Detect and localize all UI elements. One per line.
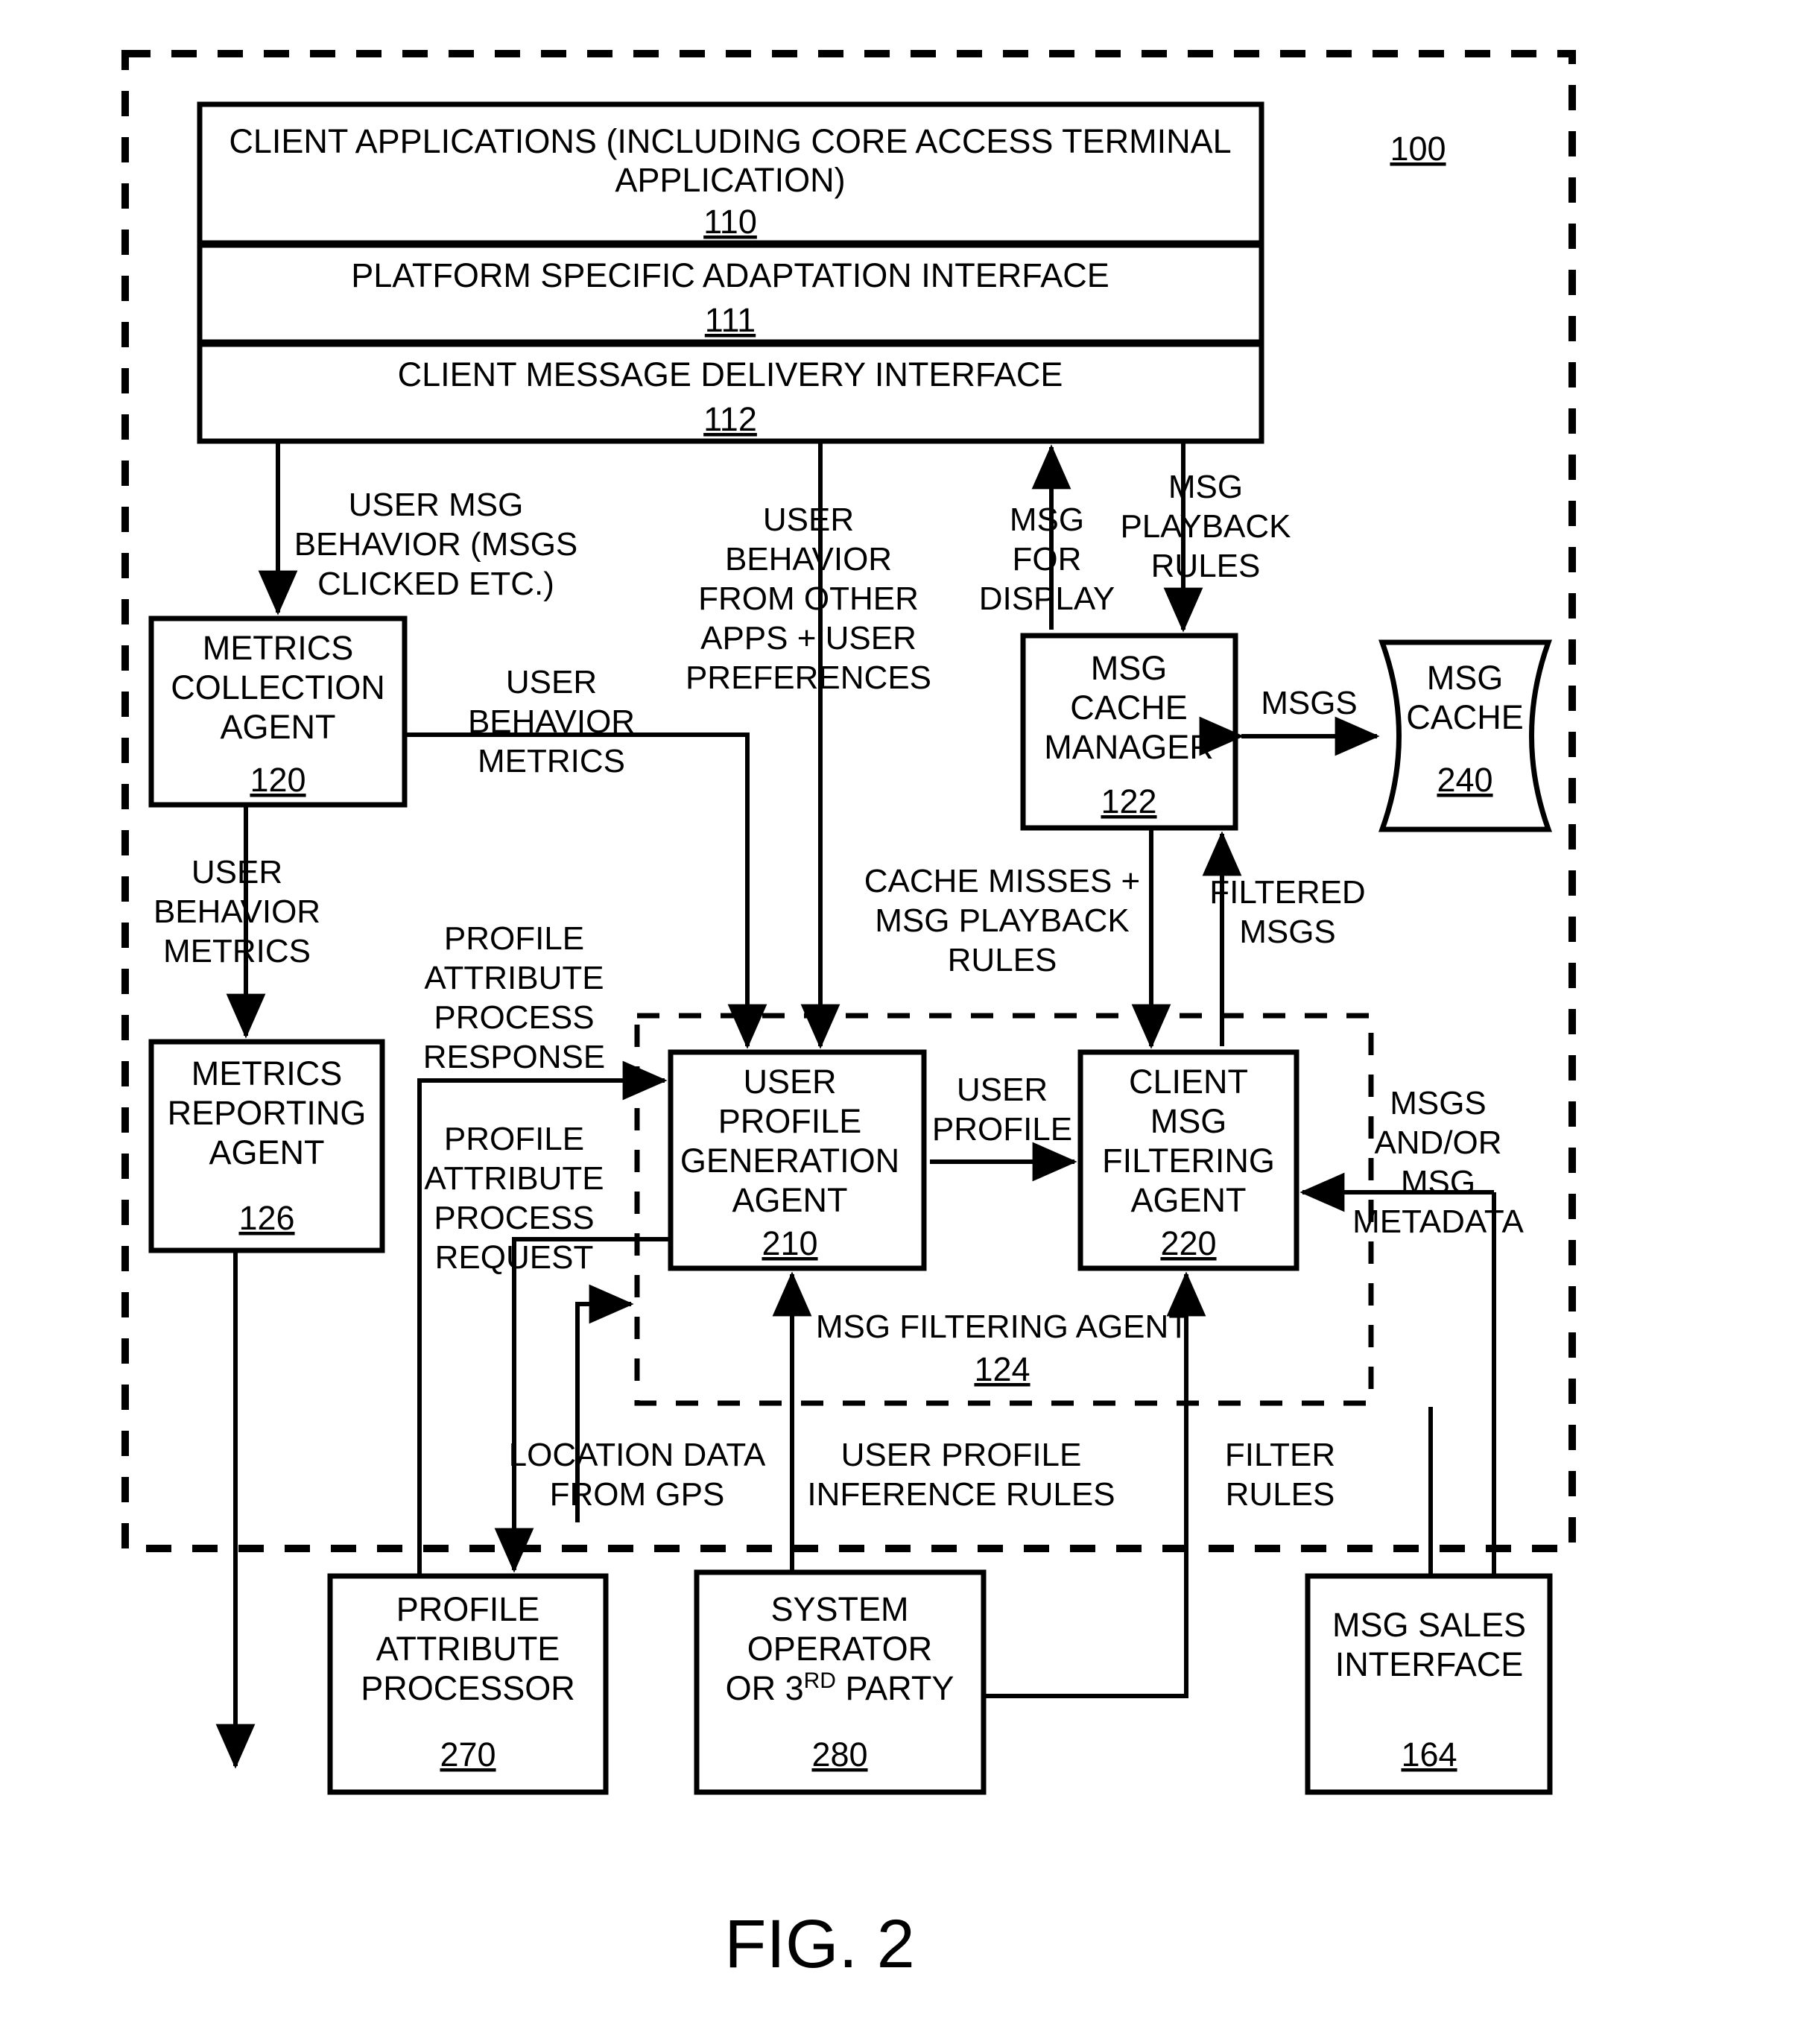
msg-cache-manager-line3: MANAGER [1044, 728, 1214, 766]
label-attr-request-2: ATTRIBUTE [424, 1160, 604, 1197]
label-user-behavior-metrics-d3: METRICS [163, 933, 311, 969]
profile-gen-line4: AGENT [732, 1181, 847, 1219]
label-attr-response-3: PROCESS [434, 999, 594, 1036]
attr-processor-ref: 270 [440, 1735, 496, 1774]
profile-gen-ref: 210 [762, 1224, 817, 1262]
attr-processor-line1: PROFILE [396, 1590, 540, 1628]
label-user-behavior-metrics-d1: USER [191, 854, 282, 890]
label-msg-playback-rules-1: MSG [1168, 469, 1243, 505]
label-filtered-msgs-1: FILTERED [1209, 874, 1365, 911]
system-operator-line1: SYSTEM [770, 1590, 908, 1628]
system-operator-line3-pre: OR 3 [726, 1669, 804, 1707]
label-user-behavior-other-3: FROM OTHER [698, 580, 919, 617]
patent-figure-canvas: CLIENT APPLICATIONS (INCLUDING CORE ACCE… [0, 0, 1795, 2044]
label-cache-misses-3: RULES [948, 942, 1057, 978]
metrics-collection-line3: AGENT [220, 708, 335, 746]
attr-processor-line3: PROCESSOR [361, 1669, 575, 1707]
label-user-behavior-metrics-d2: BEHAVIOR [153, 893, 320, 930]
metrics-reporting-line2: REPORTING [168, 1094, 367, 1132]
label-location-data-2: FROM GPS [550, 1476, 725, 1513]
system-operator-ref: 280 [811, 1735, 867, 1774]
label-inference-rules-1: USER PROFILE [841, 1437, 1082, 1473]
msg-cache-manager-line2: CACHE [1070, 689, 1188, 727]
metrics-collection-line1: METRICS [203, 629, 354, 667]
metrics-reporting-line1: METRICS [191, 1054, 343, 1092]
label-msgs-metadata-4: METADATA [1352, 1203, 1524, 1240]
label-user-behavior-other-2: BEHAVIOR [725, 541, 892, 578]
sales-interface-ref: 164 [1401, 1735, 1457, 1774]
filtering-agent-line4: AGENT [1130, 1181, 1246, 1219]
msg-cache-ref: 240 [1437, 761, 1492, 799]
label-user-behavior-metrics-r1: USER [506, 664, 597, 700]
figure-caption: FIG. 2 [724, 1906, 915, 1982]
label-msg-for-display-2: FOR [1013, 541, 1082, 578]
label-cache-misses-1: CACHE MISSES + [864, 863, 1140, 899]
sales-interface-line1: MSG SALES [1332, 1606, 1526, 1644]
label-user-behavior-other-5: PREFERENCES [686, 659, 931, 696]
platform-adaptation-label: PLATFORM SPECIFIC ADAPTATION INTERFACE [351, 256, 1109, 294]
label-msgs-cache: MSGS [1261, 685, 1358, 721]
profile-gen-line1: USER [743, 1063, 836, 1101]
system-operator-line2: OPERATOR [747, 1630, 932, 1668]
metrics-reporting-line3: AGENT [209, 1133, 324, 1171]
label-msgs-metadata-3: MSG [1401, 1164, 1475, 1200]
label-msg-for-display-1: MSG [1010, 501, 1084, 538]
msg-filtering-group-ref: 124 [974, 1350, 1030, 1388]
client-applications-ref: 110 [703, 203, 757, 241]
label-msgs-metadata-1: MSGS [1390, 1085, 1487, 1121]
filtering-agent-ref: 220 [1160, 1224, 1216, 1262]
label-location-data-1: LOCATION DATA [509, 1437, 766, 1473]
label-user-profile-1: USER [957, 1072, 1048, 1108]
label-filter-rules-2: RULES [1226, 1476, 1335, 1513]
system-operator-line3-sup: RD [804, 1668, 836, 1693]
system-operator-line3-post: PARTY [836, 1669, 954, 1707]
metrics-collection-ref: 120 [250, 761, 306, 799]
client-delivery-label: CLIENT MESSAGE DELIVERY INTERFACE [398, 355, 1063, 393]
label-user-msg-behavior-1: USER MSG [349, 487, 524, 523]
label-filter-rules-1: FILTER [1225, 1437, 1335, 1473]
metrics-collection-line2: COLLECTION [171, 668, 385, 706]
label-msgs-metadata-2: AND/OR [1374, 1124, 1501, 1161]
platform-adaptation-ref: 111 [705, 301, 756, 339]
label-inference-rules-2: INFERENCE RULES [807, 1476, 1115, 1513]
client-applications-label-line2: APPLICATION) [615, 161, 845, 199]
msg-cache-manager-ref: 122 [1101, 782, 1156, 820]
label-attr-response-1: PROFILE [444, 920, 584, 957]
profile-gen-line2: PROFILE [718, 1102, 862, 1140]
client-applications-label-line1: CLIENT APPLICATIONS (INCLUDING CORE ACCE… [229, 122, 1231, 160]
profile-gen-line3: GENERATION [680, 1142, 899, 1180]
label-attr-response-2: ATTRIBUTE [424, 960, 604, 996]
label-user-behavior-other-1: USER [763, 501, 854, 538]
msg-filtering-group-label: MSG FILTERING AGENT [816, 1309, 1188, 1345]
client-delivery-ref: 112 [703, 400, 757, 438]
filtering-agent-line2: MSG [1150, 1102, 1227, 1140]
label-msg-playback-rules-3: RULES [1151, 548, 1261, 584]
label-user-msg-behavior-3: CLICKED ETC.) [317, 566, 554, 602]
msg-cache-line1: MSG [1427, 659, 1504, 697]
label-msg-for-display-3: DISPLAY [979, 580, 1115, 617]
filtering-agent-line1: CLIENT [1129, 1063, 1248, 1101]
label-cache-misses-2: MSG PLAYBACK [875, 902, 1130, 939]
filtering-agent-line3: FILTERING [1102, 1142, 1275, 1180]
label-user-msg-behavior-2: BEHAVIOR (MSGS [294, 526, 578, 563]
system-operator-line3: OR 3RD PARTY [726, 1668, 955, 1707]
metrics-reporting-ref: 126 [238, 1199, 294, 1237]
sales-interface-line2: INTERFACE [1335, 1645, 1524, 1683]
label-user-behavior-metrics-r3: METRICS [478, 743, 625, 779]
label-attr-response-4: RESPONSE [423, 1039, 606, 1075]
label-user-profile-2: PROFILE [932, 1111, 1072, 1148]
label-attr-request-3: PROCESS [434, 1200, 594, 1236]
system-ref-100: 100 [1390, 130, 1446, 168]
msg-cache-manager-line1: MSG [1091, 649, 1168, 687]
label-msg-playback-rules-2: PLAYBACK [1120, 508, 1291, 545]
label-user-behavior-other-4: APPS + USER [700, 620, 917, 656]
label-attr-request-4: REQUEST [435, 1239, 594, 1276]
label-attr-request-1: PROFILE [444, 1121, 584, 1157]
attr-processor-line2: ATTRIBUTE [376, 1630, 560, 1668]
msg-cache-line2: CACHE [1406, 698, 1524, 736]
label-filtered-msgs-2: MSGS [1239, 914, 1336, 950]
label-user-behavior-metrics-r2: BEHAVIOR [468, 703, 635, 740]
